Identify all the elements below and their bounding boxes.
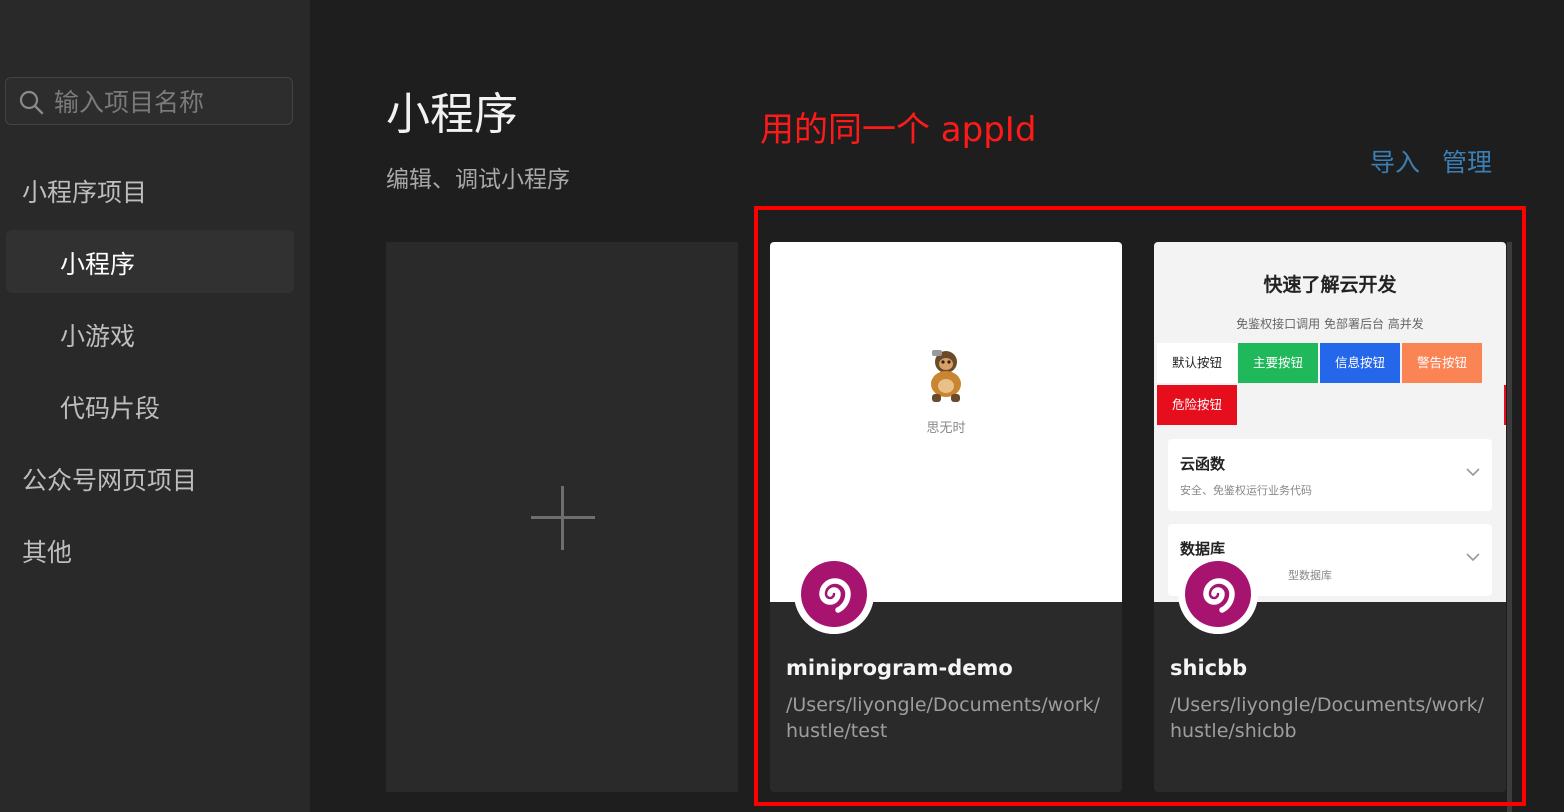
nav-item-miniprogram[interactable]: 小程序 — [60, 245, 135, 281]
project-avatar — [1178, 554, 1258, 634]
preview-title: 快速了解云开发 — [1263, 274, 1397, 296]
preview-button-edge — [1504, 385, 1506, 425]
preview-danger-button: 危险按钮 — [1157, 385, 1237, 425]
project-name: shicbb — [1170, 656, 1248, 680]
import-link[interactable]: 导入 — [1370, 143, 1420, 179]
project-preview: 快速了解云开发 免鉴权接口调用 免部署后台 高并发 默认按钮 主要按钮 信息按钮… — [1154, 242, 1506, 602]
nav-active-highlight — [6, 230, 294, 293]
scrollbar[interactable] — [1507, 242, 1512, 812]
nav-item-minigame[interactable]: 小游戏 — [60, 317, 135, 353]
page-title: 小程序 — [386, 89, 518, 140]
add-project-card[interactable] — [386, 242, 738, 792]
sidebar: 小程序项目 小程序 小游戏 代码片段 公众号网页项目 其他 — [0, 0, 310, 812]
nav-group-official-account-web[interactable]: 公众号网页项目 — [22, 461, 197, 497]
project-card[interactable]: 思无时 miniprogram-demo /Users/liyongle/Doc… — [770, 242, 1122, 792]
manage-link[interactable]: 管理 — [1442, 143, 1492, 179]
preview-default-button: 默认按钮 — [1157, 343, 1237, 383]
preview-subtitle: 免鉴权接口调用 免部署后台 高并发 — [1236, 317, 1424, 331]
preview-feature-item: 云函数 安全、免鉴权运行业务代码 — [1168, 439, 1492, 511]
search-icon — [19, 90, 44, 115]
project-path: /Users/liyongle/Documents/work/hustle/sh… — [1170, 694, 1485, 742]
chevron-down-icon — [1466, 553, 1480, 562]
project-card[interactable]: 快速了解云开发 免鉴权接口调用 免部署后台 高并发 默认按钮 主要按钮 信息按钮… — [1154, 242, 1506, 792]
project-path: /Users/liyongle/Documents/work/hustle/te… — [786, 694, 1101, 742]
feature-desc: 安全、免鉴权运行业务代码 — [1180, 484, 1312, 497]
annotation-text: 用的同一个 appId — [760, 110, 1037, 150]
preview-primary-button: 主要按钮 — [1238, 343, 1318, 383]
page-subtitle: 编辑、调试小程序 — [386, 167, 570, 193]
spiral-logo-icon — [1178, 554, 1258, 634]
mascot-image — [931, 350, 961, 402]
preview-info-button: 信息按钮 — [1320, 343, 1400, 383]
feature-desc: 型数据库 — [1288, 569, 1332, 582]
search-box[interactable] — [5, 77, 293, 126]
project-name: miniprogram-demo — [786, 656, 1013, 680]
preview-caption: 思无时 — [926, 421, 966, 436]
nav-item-code-snippets[interactable]: 代码片段 — [60, 389, 160, 425]
nav-group-miniprogram-projects[interactable]: 小程序项目 — [22, 173, 147, 209]
spiral-logo-icon — [794, 554, 874, 634]
project-preview: 思无时 — [770, 242, 1122, 602]
nav-group-other[interactable]: 其他 — [22, 533, 72, 569]
feature-title: 云函数 — [1180, 455, 1226, 473]
preview-warning-button: 警告按钮 — [1402, 343, 1482, 383]
chevron-down-icon — [1466, 468, 1480, 477]
project-avatar — [794, 554, 874, 634]
plus-icon-vertical — [561, 486, 564, 550]
search-input[interactable] — [52, 78, 286, 126]
